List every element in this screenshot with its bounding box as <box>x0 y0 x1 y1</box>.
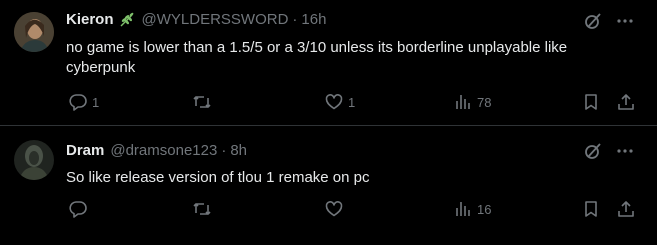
reply-count: 1 <box>92 95 100 110</box>
like-button[interactable]: 1 <box>324 93 355 113</box>
tweet-text: So like release version of tlou 1 remake… <box>66 169 370 186</box>
retweet-icon <box>192 199 212 222</box>
leaf-emoji-icon <box>118 11 136 29</box>
views-count: 16 <box>477 202 492 217</box>
timestamp[interactable]: 16h <box>301 10 326 30</box>
retweet-button[interactable] <box>192 200 216 220</box>
tweet-top-actions <box>583 11 635 31</box>
grok-icon[interactable] <box>583 11 603 31</box>
separator-dot: · <box>221 142 227 159</box>
like-button[interactable] <box>324 200 348 220</box>
share-icon <box>616 92 636 115</box>
like-icon <box>324 199 344 222</box>
avatar[interactable] <box>14 140 54 180</box>
views-button[interactable]: 78 <box>453 93 491 113</box>
share-icon <box>616 199 636 222</box>
bookmark-icon <box>581 92 601 115</box>
author-name[interactable]: Dram <box>66 141 104 161</box>
timestamp[interactable]: 8h <box>230 141 247 161</box>
tweet-actions: 16 <box>66 200 641 220</box>
grok-icon[interactable] <box>583 141 603 161</box>
reply-icon <box>68 92 88 115</box>
avatar[interactable] <box>14 12 54 52</box>
bookmark-button[interactable] <box>581 200 601 220</box>
more-icon[interactable] <box>615 11 635 31</box>
tweet-text: no game is lower than a 1.5/5 or a 3/10 … <box>66 39 568 76</box>
more-icon[interactable] <box>615 141 635 161</box>
author-handle[interactable]: @dramsone123 <box>110 141 217 161</box>
tweet[interactable]: Dram @dramsone123 · 8h So like release v… <box>0 126 657 245</box>
reply-icon <box>68 199 88 222</box>
views-icon <box>453 92 473 115</box>
retweet-button[interactable] <box>192 93 216 113</box>
tweet-actions: 1 1 78 <box>66 93 641 113</box>
reply-button[interactable]: 1 <box>68 93 99 113</box>
views-icon <box>453 199 473 222</box>
tweet-header: Kieron @WYLDERSSWORD · 16h <box>66 10 326 30</box>
bookmark-icon <box>581 199 601 222</box>
like-count: 1 <box>348 95 356 110</box>
separator-dot: · <box>292 11 298 28</box>
views-button[interactable]: 16 <box>453 200 491 220</box>
tweet-top-actions <box>583 141 635 161</box>
retweet-icon <box>192 92 212 115</box>
author-handle[interactable]: @WYLDERSSWORD <box>142 10 289 30</box>
share-button[interactable] <box>616 200 636 220</box>
share-button[interactable] <box>616 93 636 113</box>
views-count: 78 <box>477 95 492 110</box>
tweet[interactable]: Kieron @WYLDERSSWORD · 16h no game is lo… <box>0 0 657 125</box>
tweet-header: Dram @dramsone123 · 8h <box>66 141 247 161</box>
like-icon <box>324 92 344 115</box>
bookmark-button[interactable] <box>581 93 601 113</box>
reply-button[interactable] <box>68 200 92 220</box>
author-name[interactable]: Kieron <box>66 10 114 30</box>
